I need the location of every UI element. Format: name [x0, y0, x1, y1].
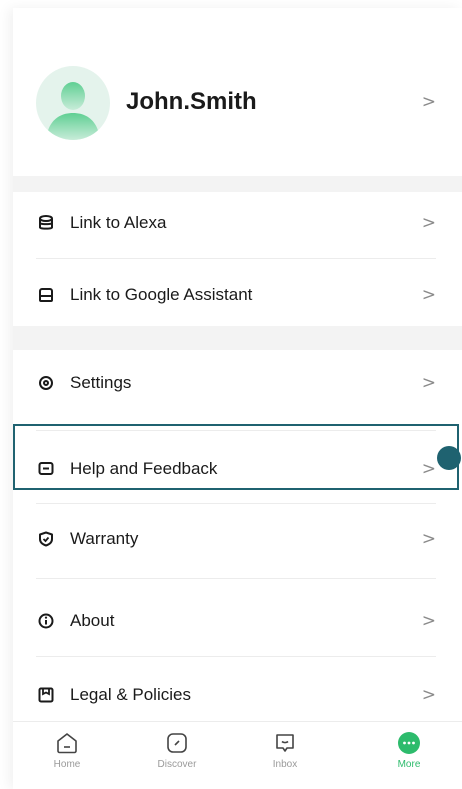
app-screen: John.Smith > Link to Alexa > Link to Goo… [13, 8, 462, 789]
database-icon [37, 214, 55, 232]
menu-label: Link to Alexa [70, 213, 167, 232]
chevron-right-icon: > [421, 373, 436, 393]
chevron-right-icon: > [421, 92, 436, 112]
info-icon [37, 612, 55, 630]
tab-discover[interactable]: Discover [137, 730, 217, 770]
menu-label: Link to Google Assistant [70, 285, 253, 304]
avatar [36, 66, 110, 140]
menu-item-legal-policies[interactable]: Legal & Policies > [13, 664, 462, 726]
shield-icon [37, 530, 55, 548]
menu-item-warranty[interactable]: Warranty > [13, 508, 462, 570]
highlight-frame [13, 424, 459, 490]
compass-icon [164, 730, 190, 756]
chevron-right-icon: > [421, 529, 436, 549]
chevron-right-icon: > [421, 213, 436, 233]
divider [36, 258, 436, 259]
more-icon [396, 730, 422, 756]
tab-inbox[interactable]: Inbox [245, 730, 325, 770]
chevron-right-icon: > [421, 611, 436, 631]
bottom-tab-bar: Home Discover Inbox More [13, 721, 462, 789]
divider [36, 656, 436, 657]
document-icon [37, 686, 55, 704]
profile-name: John.Smith [126, 88, 257, 115]
tab-label: Discover [157, 759, 197, 770]
step-badge [437, 446, 461, 470]
profile-row[interactable]: John.Smith > [13, 8, 462, 176]
tab-home[interactable]: Home [27, 730, 107, 770]
menu-label: Settings [70, 373, 132, 392]
menu-item-link-alexa[interactable]: Link to Alexa > [13, 192, 462, 254]
menu-item-about[interactable]: About > [13, 590, 462, 652]
settings-icon [37, 374, 55, 392]
divider [36, 578, 436, 579]
user-silhouette-icon [46, 82, 100, 140]
tab-label: More [397, 759, 421, 770]
chevron-right-icon: > [421, 285, 436, 305]
divider [36, 503, 436, 504]
general-section: Settings > Help and Feedback > Warranty … [13, 350, 462, 720]
tab-more[interactable]: More [369, 730, 449, 770]
voice-assistant-section: Link to Alexa > Link to Google Assistant… [13, 192, 462, 326]
tab-label: Home [53, 759, 81, 770]
menu-label: Warranty [70, 529, 139, 548]
chevron-right-icon: > [421, 685, 436, 705]
home-icon [54, 730, 80, 756]
tab-label: Inbox [272, 759, 298, 770]
menu-label: About [70, 611, 115, 630]
menu-item-link-google[interactable]: Link to Google Assistant > [13, 264, 462, 326]
menu-item-settings[interactable]: Settings > [13, 352, 462, 414]
section-gap [13, 326, 462, 350]
message-icon [272, 730, 298, 756]
assistant-icon [37, 286, 55, 304]
section-gap [13, 176, 462, 192]
menu-label: Legal & Policies [70, 685, 191, 704]
